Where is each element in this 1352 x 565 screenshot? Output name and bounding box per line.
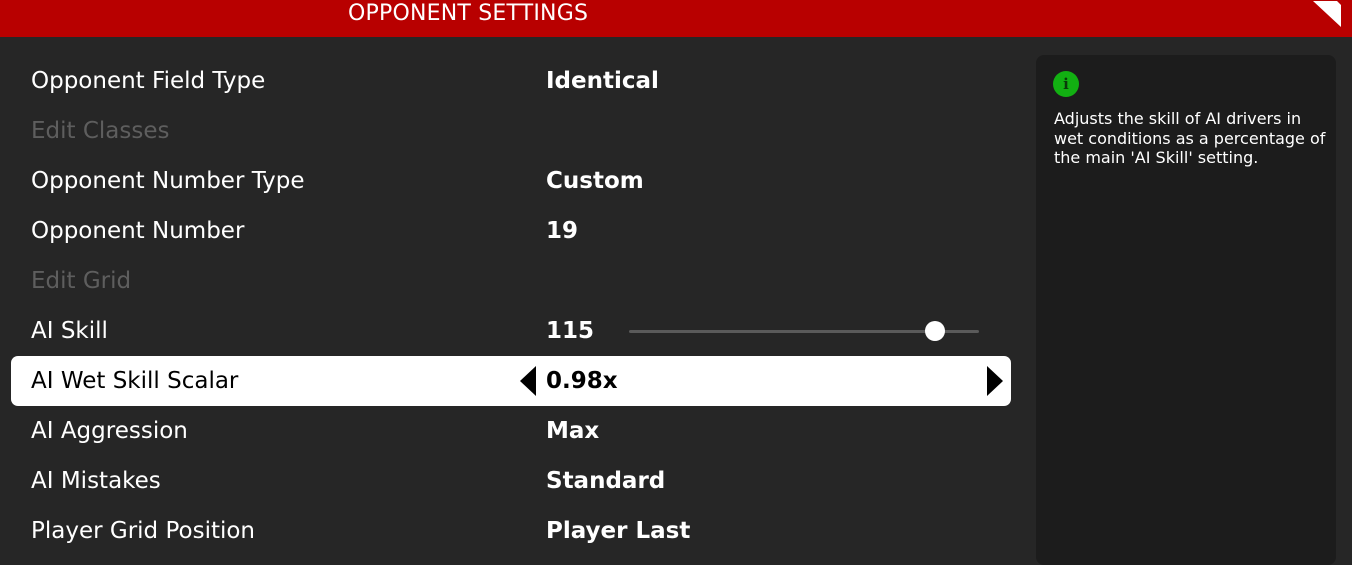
setting-label: AI Wet Skill Scalar — [31, 368, 239, 394]
setting-value: Player Last — [546, 518, 691, 544]
setting-value: 19 — [546, 218, 579, 244]
setting-row-ai-wet-skill-scalar[interactable]: AI Wet Skill Scalar 0.98x — [11, 356, 1011, 406]
setting-row-edit-classes: Edit Classes — [11, 106, 1011, 156]
setting-value: Identical — [546, 68, 659, 94]
setting-value: Custom — [546, 168, 644, 194]
page-title: OPPONENT SETTINGS — [348, 1, 589, 26]
setting-label: Edit Classes — [31, 118, 170, 144]
setting-label: Opponent Field Type — [31, 68, 266, 94]
info-icon: i — [1053, 71, 1079, 97]
setting-row-opponent-field-type[interactable]: Opponent Field Type Identical — [11, 56, 1011, 106]
ai-skill-slider-thumb[interactable] — [925, 321, 946, 341]
setting-label: Opponent Number Type — [31, 168, 305, 194]
setting-row-opponent-number-type[interactable]: Opponent Number Type Custom — [11, 156, 1011, 206]
title-bar: OPPONENT SETTINGS — [0, 0, 1352, 37]
setting-label: Edit Grid — [31, 268, 132, 294]
setting-value: Max — [546, 418, 600, 444]
setting-label: Player Grid Position — [31, 518, 256, 544]
setting-row-ai-skill[interactable]: AI Skill 115 — [11, 306, 1011, 356]
decrease-arrow-icon[interactable] — [520, 366, 536, 396]
setting-value: 0.98x — [546, 368, 618, 394]
setting-row-player-grid-position[interactable]: Player Grid Position Player Last — [11, 506, 1011, 556]
setting-row-ai-mistakes[interactable]: AI Mistakes Standard — [11, 456, 1011, 506]
increase-arrow-icon[interactable] — [987, 366, 1003, 396]
setting-label: AI Aggression — [31, 418, 188, 444]
corner-fold-icon — [1313, 1, 1341, 27]
setting-label: Opponent Number — [31, 218, 245, 244]
setting-row-edit-grid: Edit Grid — [11, 256, 1011, 306]
setting-label: AI Skill — [31, 318, 108, 344]
info-panel: i Adjusts the skill of AI drivers in wet… — [1036, 55, 1336, 565]
setting-value: Standard — [546, 468, 666, 494]
setting-row-ai-aggression[interactable]: AI Aggression Max — [11, 406, 1011, 456]
info-description: Adjusts the skill of AI drivers in wet c… — [1054, 109, 1326, 167]
setting-label: AI Mistakes — [31, 468, 161, 494]
setting-value: 115 — [546, 318, 595, 344]
setting-row-opponent-number[interactable]: Opponent Number 19 — [11, 206, 1011, 256]
